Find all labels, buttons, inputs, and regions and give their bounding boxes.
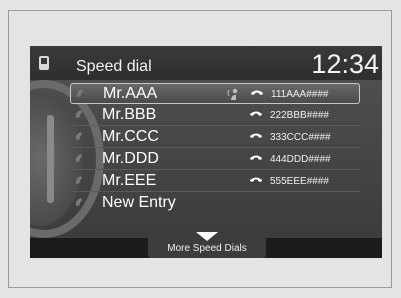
entry-name: Mr.CCC [102, 128, 159, 145]
entry-name: Mr.EEE [102, 172, 157, 189]
list-item[interactable]: Mr.AAA 111AAA#### [70, 83, 360, 104]
entry-number: 444DDD#### [270, 154, 331, 165]
entry-name: Mr.BBB [102, 106, 157, 123]
entry-number: 111AAA#### [271, 89, 329, 100]
speed-dial-screen: Speed dial 12:34 Mr.AAA 111AAA#### Mr.BB… [30, 46, 382, 258]
new-entry-item[interactable]: New Entry [70, 193, 360, 214]
phone-number-icon [250, 111, 262, 116]
entry-number: 555EEE#### [270, 176, 329, 187]
clock: 12:34 [311, 49, 379, 79]
more-speed-dials-label: More Speed Dials [167, 243, 247, 254]
handset-icon [75, 110, 82, 118]
voice-tag-icon [227, 88, 238, 100]
phone-number-icon [250, 177, 262, 182]
handset-icon [75, 154, 82, 162]
phone-number-icon [251, 90, 263, 95]
handset-icon [76, 89, 83, 97]
more-speed-dials-button[interactable]: More Speed Dials [148, 232, 266, 258]
list-item[interactable]: Mr.DDD 444DDD#### [70, 149, 360, 170]
list-item[interactable]: Mr.BBB 222BBB#### [70, 105, 360, 126]
handset-icon [75, 198, 82, 206]
page-title: Speed dial [76, 58, 152, 75]
entry-name: Mr.AAA [103, 85, 158, 102]
entry-number: 333CCC#### [270, 132, 331, 143]
down-triangle-icon [196, 232, 218, 241]
handset-icon [75, 132, 82, 140]
screen-header: Speed dial 12:34 [30, 46, 382, 80]
new-entry-label: New Entry [102, 194, 176, 211]
entry-number: 222BBB#### [270, 110, 329, 121]
scrollbar[interactable] [47, 115, 54, 203]
entry-name: Mr.DDD [102, 150, 159, 167]
phone-number-icon [250, 133, 262, 138]
handset-icon [75, 176, 82, 184]
phone-icon [39, 56, 49, 70]
bottom-bar: More Speed Dials [30, 232, 382, 258]
list-item[interactable]: Mr.CCC 333CCC#### [70, 127, 360, 148]
speed-dial-list: Mr.AAA 111AAA#### Mr.BBB 222BBB#### Mr.C… [30, 80, 382, 238]
list-item[interactable]: Mr.EEE 555EEE#### [70, 171, 360, 192]
phone-number-icon [250, 155, 262, 160]
